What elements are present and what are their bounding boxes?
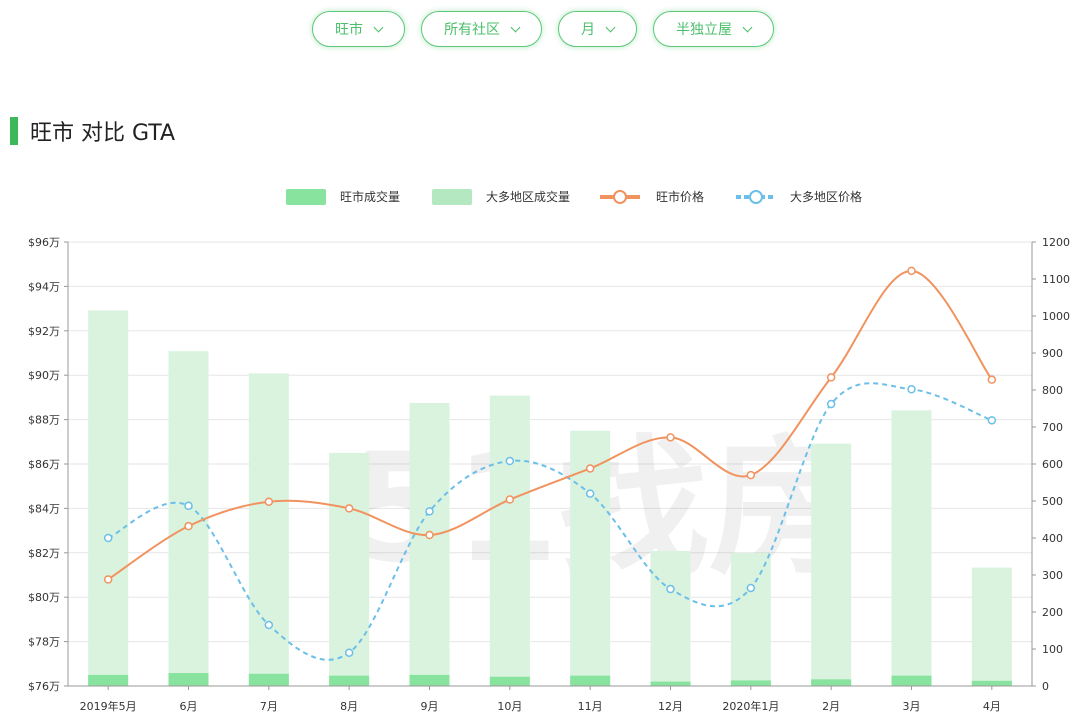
y-left-tick-label: $78万 <box>28 636 60 649</box>
point-local-price <box>666 433 675 442</box>
y-right-tick-label: 800 <box>1042 384 1063 397</box>
point-local-price <box>344 504 354 513</box>
legend-label: 大多地区价格 <box>790 189 862 204</box>
y-left-tick-label: $90万 <box>28 369 60 382</box>
bar-gta-volume <box>811 443 852 686</box>
legend-marker-local-price <box>613 190 627 204</box>
y-left-tick-label: $82万 <box>28 547 60 560</box>
legend-label: 旺市成交量 <box>340 189 400 204</box>
point-gta-price <box>425 507 434 516</box>
point-gta-price <box>826 399 836 409</box>
x-tick-label: 4月 <box>983 700 1001 713</box>
point-local-price <box>264 497 274 506</box>
bar-local-volume <box>811 679 852 686</box>
bar-gta-volume <box>248 373 289 686</box>
y-right-tick-label: 500 <box>1042 495 1063 508</box>
bar-gta-volume <box>730 552 771 686</box>
bar-gta-volume <box>88 310 129 686</box>
y-left-tick-label: $92万 <box>28 325 60 338</box>
x-tick-label: 2月 <box>822 700 840 713</box>
y-left-tick-label: $76万 <box>28 680 60 693</box>
bar-gta-volume <box>489 395 530 686</box>
y-right-tick-label: 700 <box>1042 421 1063 434</box>
point-gta-price <box>344 648 354 657</box>
bar-local-volume <box>489 676 530 686</box>
bar-gta-volume <box>650 550 691 686</box>
y-left-tick-label: $80万 <box>28 591 60 604</box>
y-right-tick-label: 1100 <box>1042 273 1070 286</box>
bar-local-volume <box>409 674 450 686</box>
bar-gta-volume <box>409 402 450 686</box>
bar-local-volume <box>168 673 209 686</box>
bar-local-volume <box>730 680 771 686</box>
bar-local-volume <box>570 675 611 686</box>
comparison-chart: 51找房 $76万$78万$80万$82万$84万$86万$88万$90万$92… <box>28 189 1070 713</box>
x-tick-label: 7月 <box>260 700 278 713</box>
chart-legend: 旺市成交量 大多地区成交量 旺市价格 大多地区价格 <box>286 189 862 205</box>
x-tick-label: 3月 <box>903 700 921 713</box>
legend-swatch-gta-volume <box>432 189 472 205</box>
y-right-tick-label: 600 <box>1042 458 1063 471</box>
point-gta-price <box>184 501 193 511</box>
legend-swatch-local-volume <box>286 189 326 205</box>
y-left-tick-label: $96万 <box>28 236 60 249</box>
x-tick-label: 2019年5月 <box>80 699 137 713</box>
point-local-price <box>746 470 756 480</box>
point-local-price <box>826 373 836 382</box>
point-local-price <box>425 530 434 540</box>
y-right-tick-label: 400 <box>1042 532 1063 545</box>
bar-local-volume <box>971 680 1012 686</box>
bar-local-volume <box>329 675 370 686</box>
point-local-price <box>585 464 595 473</box>
x-tick-label: 2020年1月 <box>722 699 779 713</box>
x-tick-label: 11月 <box>578 700 603 713</box>
legend-label: 旺市价格 <box>656 189 704 204</box>
bar-local-volume <box>88 674 129 686</box>
y-right-tick-label: 0 <box>1042 680 1049 693</box>
x-tick-label: 6月 <box>180 700 198 713</box>
point-gta-price <box>746 583 756 593</box>
bar-gta-volume <box>891 410 932 686</box>
x-tick-label: 10月 <box>497 700 522 713</box>
y-right-tick-label: 300 <box>1042 569 1063 582</box>
y-left-tick-label: $86万 <box>28 458 60 471</box>
point-gta-price <box>103 533 113 543</box>
point-gta-price <box>264 620 274 630</box>
bar-gta-volume <box>971 567 1012 686</box>
x-tick-label: 9月 <box>421 700 439 713</box>
point-local-price <box>505 495 515 504</box>
point-gta-price <box>987 416 997 425</box>
bar-local-volume <box>891 675 932 686</box>
y-left-tick-label: $88万 <box>28 414 60 427</box>
point-local-price <box>184 521 193 531</box>
y-right-tick-label: 200 <box>1042 606 1063 619</box>
x-tick-label: 12月 <box>658 700 683 713</box>
point-gta-price <box>907 385 916 394</box>
y-right-tick-label: 900 <box>1042 347 1063 360</box>
point-gta-price <box>666 584 675 594</box>
bar-local-volume <box>248 673 289 686</box>
point-local-price <box>987 375 997 384</box>
bar-local-volume <box>650 681 691 686</box>
point-gta-price <box>585 489 595 498</box>
y-right-tick-label: 1200 <box>1042 236 1070 249</box>
point-local-price <box>103 575 113 584</box>
legend-marker-gta-price <box>749 190 763 204</box>
y-right-tick-label: 1000 <box>1042 310 1070 323</box>
x-tick-label: 8月 <box>340 700 358 713</box>
legend-label: 大多地区成交量 <box>486 189 570 204</box>
point-local-price <box>907 266 916 276</box>
point-gta-price <box>505 456 515 466</box>
y-right-tick-label: 100 <box>1042 643 1063 656</box>
y-left-tick-label: $94万 <box>28 280 60 293</box>
y-left-tick-label: $84万 <box>28 502 60 515</box>
